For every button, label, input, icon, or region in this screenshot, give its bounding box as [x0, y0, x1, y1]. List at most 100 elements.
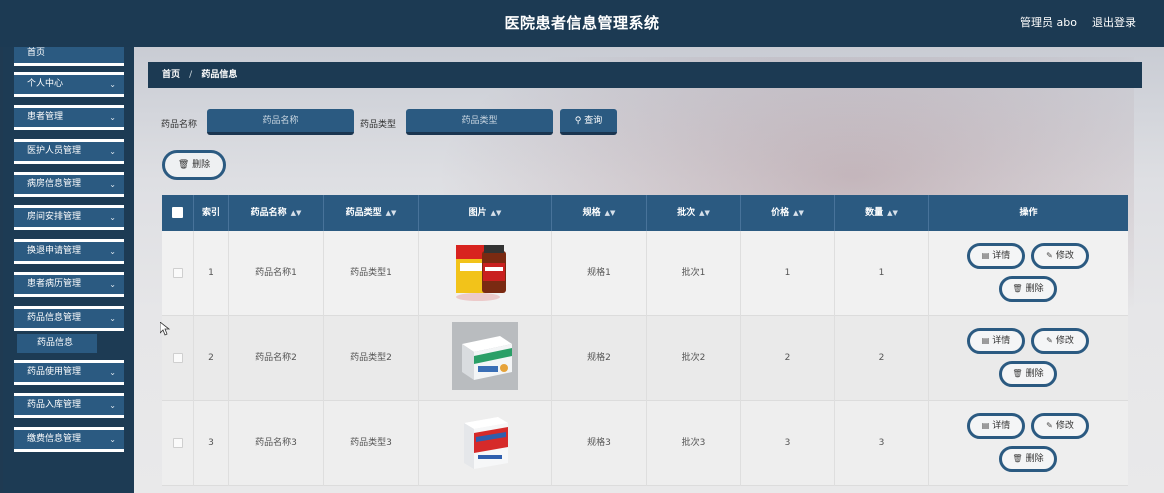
sidebar-item-label: 首页 — [27, 48, 46, 58]
sort-icon[interactable]: ▲▼ — [887, 209, 898, 217]
chevron-down-icon: ⌄ — [109, 113, 116, 122]
chevron-down-icon: ⌄ — [109, 314, 116, 323]
column-header-label: 药品名称 — [250, 208, 287, 218]
sort-icon[interactable]: ▲▼ — [491, 209, 502, 217]
column-header-quantity[interactable]: 数量 ▲▼ — [835, 195, 929, 231]
cell-index: 3 — [194, 401, 229, 486]
cell-price: 1 — [741, 231, 835, 316]
cell-name: 药品名称3 — [229, 401, 324, 486]
cell-actions: ▤ 详情 ✎ 修改 🗑 删除 — [929, 316, 1128, 401]
submenu-item-drug-info[interactable]: 药品信息 — [17, 334, 97, 353]
column-header-name[interactable]: 药品名称 ▲▼ — [229, 195, 324, 231]
edit-button[interactable]: ✎ 修改 — [1031, 243, 1089, 269]
document-icon: ▤ — [981, 336, 990, 345]
select-all-cell[interactable] — [162, 195, 194, 231]
column-header-batch[interactable]: 批次 ▲▼ — [647, 195, 741, 231]
chevron-down-icon: ⌄ — [109, 280, 116, 289]
cell-spec: 规格1 — [552, 231, 647, 316]
sidebar-item-drug-usage[interactable]: 药品使用管理 ⌄ — [14, 360, 124, 385]
drug-type-input[interactable] — [406, 109, 553, 135]
sidebar-item-wards[interactable]: 病房信息管理 ⌄ — [14, 172, 124, 197]
sidebar-item-label: 药品信息管理 — [27, 313, 82, 323]
bulk-delete-button[interactable]: 🗑 删除 — [162, 150, 226, 180]
sidebar-item-medical-staff[interactable]: 医护人员管理 ⌄ — [14, 139, 124, 164]
delete-button[interactable]: 🗑 删除 — [999, 361, 1057, 387]
cell-type: 药品类型3 — [324, 401, 419, 486]
column-header-image[interactable]: 图片 ▲▼ — [419, 195, 552, 231]
sort-icon[interactable]: ▲▼ — [699, 209, 710, 217]
cell-spec: 规格3 — [552, 401, 647, 486]
drug-name-label: 药品名称 — [161, 120, 198, 130]
trash-icon: 🗑 — [177, 160, 190, 170]
sort-icon[interactable]: ▲▼ — [793, 209, 804, 217]
cell-image — [419, 316, 552, 401]
sidebar-item-payments[interactable]: 缴费信息管理 ⌄ — [14, 427, 124, 452]
sidebar-item-label: 药品使用管理 — [27, 367, 82, 377]
cell-actions: ▤ 详情 ✎ 修改 🗑 删除 — [929, 401, 1128, 486]
pencil-icon: ✎ — [1046, 421, 1053, 430]
detail-button[interactable]: ▤ 详情 — [967, 243, 1025, 269]
main-content: 首页 / 药品信息 药品名称 药品类型 ⚲ 查询 🗑 删除 索引 药品名称▲▼ … — [134, 47, 1164, 493]
detail-button[interactable]: ▤ 详情 — [967, 328, 1025, 354]
delete-button[interactable]: 🗑 删除 — [999, 446, 1057, 472]
drug-table: 索引 药品名称 ▲▼ 药品类型 ▲▼ 图片 ▲▼ 规格 ▲▼ 批次 ▲▼ 价格 ▲▼ 数量 ▲… — [162, 195, 1128, 493]
row-checkbox-cell[interactable] — [162, 231, 194, 316]
detail-button-label: 详情 — [992, 251, 1011, 261]
drug-image — [456, 245, 506, 301]
table-row: 2 药品名称2 药品类型2 规格2 批次2 2 2 ▤ 详情 ✎ 修改 🗑 删除 — [162, 316, 1128, 401]
sidebar-item-exchange-requests[interactable]: 换退申请管理 ⌄ — [14, 239, 124, 264]
cell-type: 药品类型2 — [324, 316, 419, 401]
row-checkbox[interactable] — [172, 352, 183, 363]
table-header: 索引 药品名称 ▲▼ 药品类型 ▲▼ 图片 ▲▼ 规格 ▲▼ 批次 ▲▼ 价格 ▲▼ 数量 ▲… — [162, 195, 1128, 231]
edit-button[interactable]: ✎ 修改 — [1031, 413, 1089, 439]
row-checkbox[interactable] — [172, 267, 183, 278]
drug-name-input[interactable] — [207, 109, 354, 135]
sidebar-item-personal-center[interactable]: 个人中心 ⌄ — [14, 72, 124, 97]
logout-link[interactable]: 退出登录 — [1092, 14, 1136, 30]
column-header-spec[interactable]: 规格 ▲▼ — [552, 195, 647, 231]
row-checkbox-cell[interactable] — [162, 401, 194, 486]
select-all-checkbox[interactable] — [172, 207, 183, 218]
sort-icon[interactable]: ▲▼ — [605, 209, 616, 217]
sidebar-item-drug-stock-in[interactable]: 药品入库管理 ⌄ — [14, 393, 124, 418]
delete-button-label: 删除 — [1025, 454, 1044, 464]
trash-icon: 🗑 — [1012, 369, 1023, 378]
sidebar-item-patients[interactable]: 患者管理 ⌄ — [14, 105, 124, 130]
sidebar-item-label: 个人中心 — [27, 79, 64, 89]
sort-icon[interactable]: ▲▼ — [386, 209, 397, 217]
sidebar-item-label: 患者管理 — [27, 112, 64, 122]
sidebar-item-home[interactable]: 首页 — [14, 47, 124, 66]
edit-button[interactable]: ✎ 修改 — [1031, 328, 1089, 354]
breadcrumb-home[interactable]: 首页 — [162, 70, 180, 80]
delete-button[interactable]: 🗑 删除 — [999, 276, 1057, 302]
sidebar-item-label: 房间安排管理 — [27, 212, 82, 222]
chevron-down-icon: ⌄ — [109, 147, 116, 156]
column-header-price[interactable]: 价格 ▲▼ — [741, 195, 835, 231]
table-row: 3 药品名称3 药品类型3 规格3 批次3 3 3 ▤详情 ✎修改 � — [162, 401, 1128, 486]
column-header-actions: 操作 — [1019, 208, 1038, 218]
sort-icon[interactable]: ▲▼ — [291, 209, 302, 217]
trash-icon: 🗑 — [1012, 454, 1023, 463]
sidebar-item-label: 病房信息管理 — [27, 179, 82, 189]
breadcrumb-current: 药品信息 — [201, 70, 238, 80]
column-header-label: 数量 — [865, 208, 884, 218]
cell-index: 1 — [194, 231, 229, 316]
delete-button-label: 删除 — [1025, 284, 1044, 294]
row-checkbox[interactable] — [172, 437, 183, 448]
cell-name: 药品名称1 — [229, 231, 324, 316]
cell-actions: ▤ 详情 ✎ 修改 🗑 删除 — [929, 231, 1128, 316]
column-header-label: 批次 — [677, 208, 696, 218]
detail-button[interactable]: ▤ 详情 — [967, 413, 1025, 439]
sidebar-item-room-arrangement[interactable]: 房间安排管理 ⌄ — [14, 205, 124, 230]
sidebar-item-drug-info[interactable]: 药品信息管理 ⌄ — [14, 306, 124, 331]
drug-image — [464, 417, 508, 469]
app-title: 医院患者信息管理系统 — [504, 14, 660, 32]
pencil-icon: ✎ — [1046, 336, 1053, 345]
cell-quantity: 1 — [835, 231, 929, 316]
chevron-down-icon: ⌄ — [109, 435, 116, 444]
sidebar-item-medical-records[interactable]: 患者病历管理 ⌄ — [14, 272, 124, 297]
drug-type-label: 药品类型 — [360, 120, 397, 130]
query-button[interactable]: ⚲ 查询 — [560, 109, 617, 135]
chevron-down-icon: ⌄ — [109, 80, 116, 89]
column-header-type[interactable]: 药品类型 ▲▼ — [324, 195, 419, 231]
